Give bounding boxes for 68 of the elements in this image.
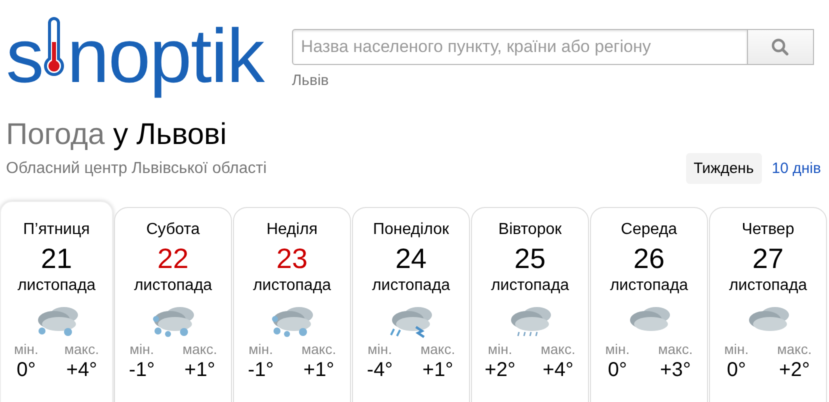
min-temperature: 0° xyxy=(726,359,746,382)
max-label: макс. xyxy=(182,341,218,357)
logo-text[interactable]: s xyxy=(6,12,43,102)
weekday: Вівторок xyxy=(498,221,562,239)
date-number: 26 xyxy=(633,243,665,275)
day-card[interactable]: П’ятниця 21 листопада мін. 0° макс. +4° xyxy=(0,201,113,402)
thermometer-icon xyxy=(43,16,65,78)
max-temperature: +1° xyxy=(184,359,216,382)
date-number: 27 xyxy=(752,243,784,275)
max-temperature: +1° xyxy=(422,359,454,382)
min-label: мін. xyxy=(488,341,512,357)
day-card[interactable]: Неділя 23 листопада мін. -1° макс. +1° xyxy=(233,207,351,402)
weekday: Четвер xyxy=(742,221,794,239)
city-name: у Львові xyxy=(113,118,227,151)
search-field[interactable]: Назва населеного пункту, країни або регіону xyxy=(292,29,748,65)
weekday: Середа xyxy=(620,221,678,239)
min-label: мін. xyxy=(14,341,38,357)
search-icon xyxy=(771,38,790,56)
day-card[interactable]: Середа 26 листопада мін. 0° макс. +3° xyxy=(590,207,708,402)
period-tab[interactable]: 10 днів xyxy=(764,153,829,184)
subtitle: Обласний центр Львівської області xyxy=(6,160,267,178)
day-card[interactable]: Понеділок 24 листопада мін. -4° макс. +1° xyxy=(352,207,470,402)
month-name: листопада xyxy=(728,277,808,295)
date-number: 24 xyxy=(395,243,427,275)
month-name: листопада xyxy=(252,277,332,295)
min-label: мін. xyxy=(248,341,273,357)
min-label: мін. xyxy=(724,341,749,357)
max-temperature: +3° xyxy=(660,359,691,382)
weekday: Неділя xyxy=(266,221,318,239)
search-button[interactable] xyxy=(748,29,814,65)
weekday: Понеділок xyxy=(372,221,450,239)
max-label: макс. xyxy=(420,341,456,357)
period-tab[interactable]: Тиждень xyxy=(686,153,762,184)
min-temperature: -1° xyxy=(128,359,155,382)
max-label: макс. xyxy=(777,341,812,357)
min-temperature: 0° xyxy=(608,359,627,382)
day-card[interactable]: Субота 22 листопада мін. -1° макс. +1° xyxy=(114,207,232,402)
weekday: П’ятниця xyxy=(23,221,90,239)
min-label: мін. xyxy=(368,341,392,357)
max-temperature: +2° xyxy=(779,359,810,382)
max-label: макс. xyxy=(540,341,576,357)
day-card[interactable]: Четвер 27 листопада мін. 0° макс. +2° xyxy=(709,207,827,402)
min-temperature: 0° xyxy=(16,359,36,382)
weekday: Субота xyxy=(146,221,200,239)
logo-text[interactable]: noptik xyxy=(67,12,264,102)
max-temperature: +4° xyxy=(542,359,574,382)
min-temperature: +2° xyxy=(484,359,516,382)
min-label: мін. xyxy=(605,341,630,357)
max-label: макс. xyxy=(64,341,99,357)
min-label: мін. xyxy=(130,341,154,357)
max-label: макс. xyxy=(658,341,693,357)
date-number: 23 xyxy=(276,243,308,275)
month-name: листопада xyxy=(17,277,96,295)
month-name: листопада xyxy=(134,277,212,295)
max-label: макс. xyxy=(302,341,336,357)
recent-city-link[interactable]: Львів xyxy=(292,72,814,89)
month-name: листопада xyxy=(372,277,450,295)
month-name: листопада xyxy=(490,277,570,295)
month-name: листопада xyxy=(610,277,688,295)
min-temperature: -1° xyxy=(248,359,274,382)
date-number: 25 xyxy=(514,243,546,275)
date-number: 21 xyxy=(40,243,72,275)
max-temperature: +4° xyxy=(66,359,98,382)
day-card[interactable]: Вівторок 25 листопада мін. +2° макс. +4° xyxy=(471,207,589,402)
min-temperature: -4° xyxy=(366,359,393,382)
max-temperature: +1° xyxy=(303,359,334,382)
page-title: Погода xyxy=(6,118,105,151)
date-number: 22 xyxy=(157,243,189,275)
